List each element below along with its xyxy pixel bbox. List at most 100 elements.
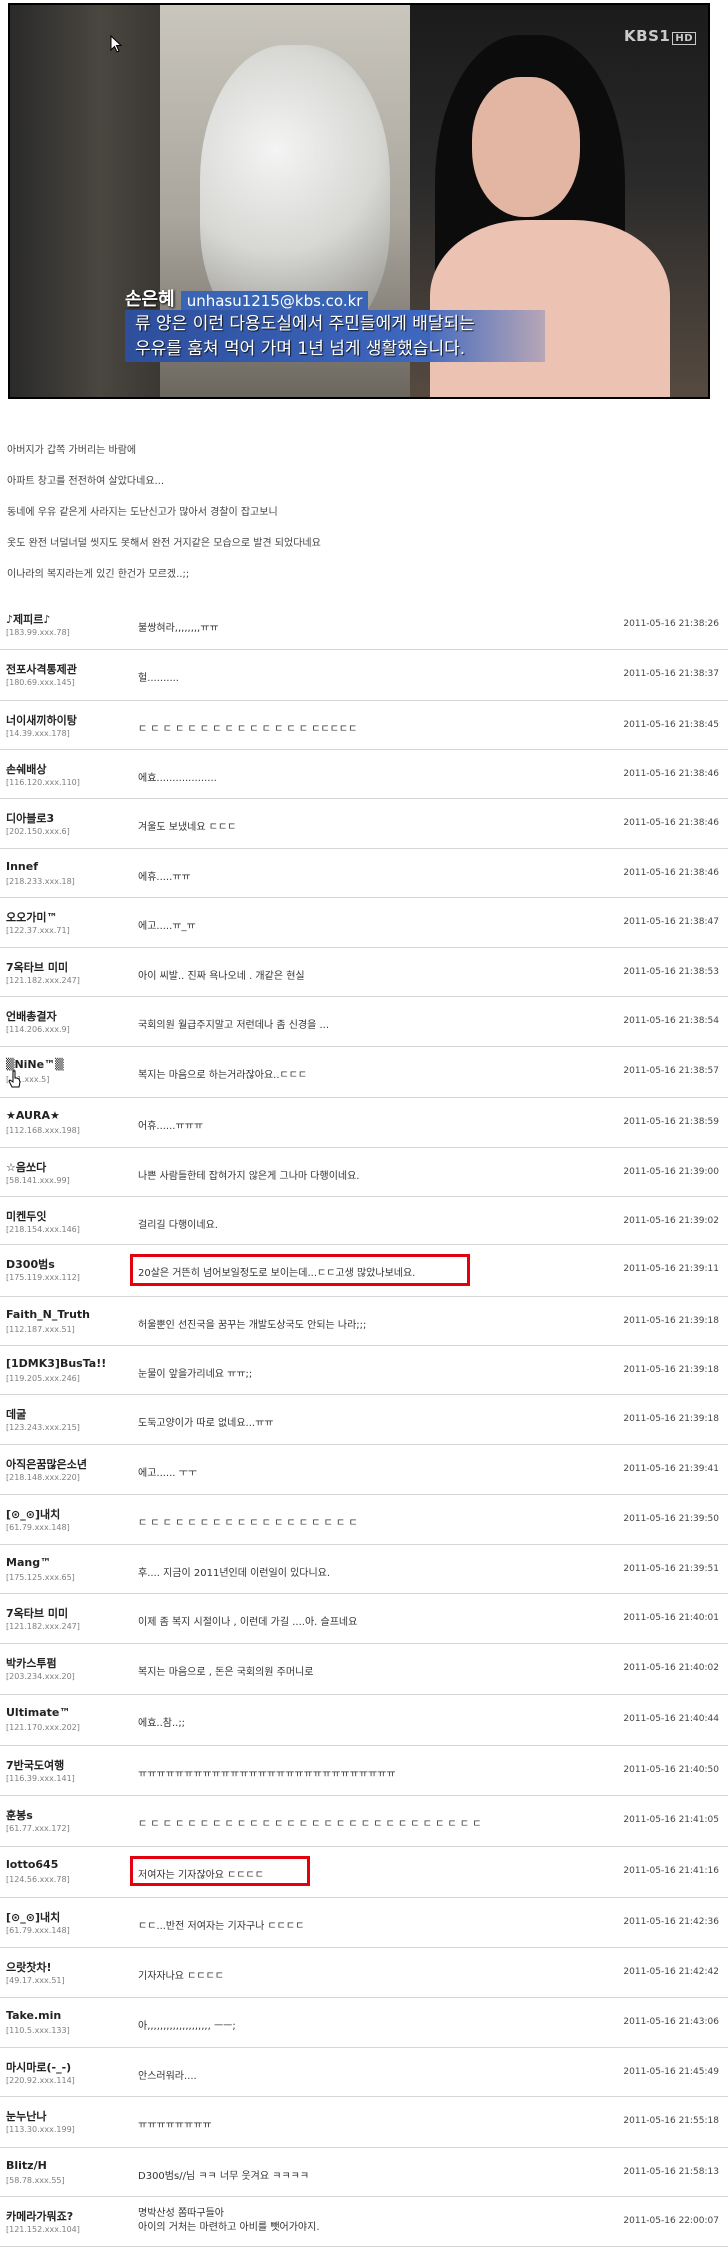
comment-message: 안스러워라.... xyxy=(138,2071,197,2082)
comment-nickname[interactable]: 데굴 xyxy=(6,1406,26,1422)
comment-nickname[interactable]: 미켄두잇 xyxy=(6,1208,46,1224)
comment-nickname[interactable]: 디아블로3 xyxy=(6,810,54,826)
comment-message: 걸리길 다행이네요. xyxy=(138,1220,218,1231)
comment-timestamp: 2011-05-16 21:39:50 xyxy=(623,1514,719,1524)
comment-row: 7옥타브 미미 [121.182.xxx.247] 이제 좀 복지 시절이나 , 이… xyxy=(0,1595,728,1644)
comment-nickname[interactable]: ★AURA★ xyxy=(6,1109,60,1122)
comment-timestamp: 2011-05-16 21:38:26 xyxy=(623,619,719,629)
comment-row: [1DMK3]BusTa!! [119.205.xxx.246] 눈물이 앞을가리네… xyxy=(0,1347,728,1395)
comment-message: 에휴.....ㅠㅠ xyxy=(138,872,191,883)
comment-nickname[interactable]: 마시마로(-_-) xyxy=(6,2059,71,2075)
story-line: 이나라의 복지라는게 있긴 한건가 모르겠..;; xyxy=(7,569,190,580)
comment-nickname[interactable]: 카메라가뭐죠? xyxy=(6,2208,73,2224)
comment-timestamp: 2011-05-16 21:42:42 xyxy=(623,1967,719,1977)
comment-message: 도둑고양이가 따로 없네요...ㅠㅠ xyxy=(138,1418,274,1429)
channel-logo: KBS1 HD xyxy=(624,27,696,45)
comment-message: 나쁜 사람들한테 잡혀가지 않은게 그나마 다행이네요. xyxy=(138,1171,360,1182)
comment-nickname[interactable]: Blitz/H xyxy=(6,2159,47,2172)
comment-nickname[interactable]: 언배총결자 xyxy=(6,1008,57,1024)
comment-ip: [14.39.xxx.178] xyxy=(6,729,70,738)
comment-ip: [218.148.xxx.220] xyxy=(6,1473,80,1482)
comment-nickname[interactable]: [⊙_⊙]내치 xyxy=(6,1506,60,1522)
comment-nickname[interactable]: 손쉐배상 xyxy=(6,761,46,777)
comment-row: D300범s [175.119.xxx.112] 20살은 거뜬히 넘어보일정도로 … xyxy=(0,1246,728,1297)
comment-message: 겨울도 보냈네요 ㄷㄷㄷ xyxy=(138,822,237,833)
comment-nickname[interactable]: Take.min xyxy=(6,2009,61,2022)
comment-message: 불쌍혀라,,,,,,,,ㅠㅠ xyxy=(138,623,219,634)
comment-timestamp: 2011-05-16 21:39:41 xyxy=(623,1464,719,1474)
comment-nickname[interactable]: 7반국도여행 xyxy=(6,1757,64,1773)
comment-message: 후.... 지금이 2011년인데 이런일이 있다니요. xyxy=(138,1568,331,1579)
reporter-row: 손은혜 unhasu1215@kbs.co.kr xyxy=(125,285,369,311)
comment-nickname[interactable]: 훈봉s xyxy=(6,1807,33,1823)
comment-ip: [119.205.xxx.246] xyxy=(6,1374,80,1383)
comment-nickname[interactable]: Ultimate™ xyxy=(6,1706,70,1719)
comment-nickname[interactable]: ☆음쏘다 xyxy=(6,1159,46,1175)
comment-nickname[interactable]: 박카스투펌 xyxy=(6,1655,57,1671)
comment-ip: [121.170.xxx.202] xyxy=(6,1723,80,1732)
comment-timestamp: 2011-05-16 21:38:46 xyxy=(623,818,719,828)
comment-nickname[interactable]: 아직은꿈많은소년 xyxy=(6,1456,87,1472)
comment-nickname[interactable]: 눈누난나 xyxy=(6,2108,46,2124)
comment-nickname[interactable]: ♪제피르♪ xyxy=(6,611,50,627)
comment-ip: [180.69.xxx.145] xyxy=(6,678,75,687)
comment-row: 너이새끼하이탕 [14.39.xxx.178] ㄷ ㄷ ㄷ ㄷ ㄷ ㄷ ㄷ ㄷ ㄷ … xyxy=(0,702,728,750)
comment-timestamp: 2011-05-16 21:42:36 xyxy=(623,1917,719,1927)
comment-timestamp: 2011-05-16 21:55:18 xyxy=(623,2116,719,2126)
caption-line-1: 류 양은 이런 다용도실에서 주민들에게 배달되는 xyxy=(135,314,475,334)
comment-nickname[interactable]: Faith_N_Truth xyxy=(6,1308,90,1321)
comment-message: 복지는 마음으로 하는거라잖아요..ㄷㄷㄷ xyxy=(138,1070,308,1081)
comment-message: D300범s//님 ㅋㅋ 너무 웃겨요 ㅋㅋㅋㅋ xyxy=(138,2171,310,2182)
comment-nickname[interactable]: 오오가미™ xyxy=(6,909,57,925)
comment-message: 허울뿐인 선진국을 꿈꾸는 개발도상국도 안되는 나라;;; xyxy=(138,1320,367,1331)
comment-message: 아이 씨발.. 진짜 욕나오네 . 개같은 현실 xyxy=(138,971,305,982)
comment-nickname[interactable]: 7옥타브 미미 xyxy=(6,1605,68,1621)
comment-row: 으랏찻차! [49.17.xxx.51] 기자자나요 ㄷㄷㄷㄷ 2011-05-16 … xyxy=(0,1949,728,1998)
comment-nickname[interactable]: lotto645 xyxy=(6,1858,58,1871)
comment-ip: [116.39.xxx.141] xyxy=(6,1774,75,1783)
comment-ip: [175.125.xxx.65] xyxy=(6,1573,75,1582)
comment-message: 어휴......ㅠㅠㅠ xyxy=(138,1121,204,1132)
comment-row: Mang™ [175.125.xxx.65] 후.... 지금이 2011년인데 이… xyxy=(0,1546,728,1594)
comment-row: Innef [218.233.xxx.18] 에휴.....ㅠㅠ 2011-05-16… xyxy=(0,850,728,898)
comment-row: 디아블로3 [202.150.xxx.6] 겨울도 보냈네요 ㄷㄷㄷ 2011-05-… xyxy=(0,800,728,849)
comment-ip: [121.182.xxx.247] xyxy=(6,1622,80,1631)
comment-ip: [61.79.xxx.148] xyxy=(6,1926,70,1935)
comment-ip: [123.243.xxx.215] xyxy=(6,1423,80,1432)
comment-nickname[interactable]: [⊙_⊙]내치 xyxy=(6,1909,60,1925)
comment-timestamp: 2011-05-16 21:38:57 xyxy=(623,1066,719,1076)
comment-ip: [202.150.xxx.6] xyxy=(6,827,70,836)
comment-row: 미켄두잇 [218.154.xxx.146] 걸리길 다행이네요. 2011-05-1… xyxy=(0,1198,728,1245)
comment-timestamp: 2011-05-16 21:38:46 xyxy=(623,868,719,878)
comment-ip: [218.233.xxx.18] xyxy=(6,877,75,886)
comment-nickname[interactable]: D300범s xyxy=(6,1256,55,1272)
comment-nickname[interactable]: Innef xyxy=(6,860,38,873)
comment-row: ☆음쏘다 [58.141.xxx.99] 나쁜 사람들한테 잡혀가지 않은게 그나마… xyxy=(0,1149,728,1197)
comment-message: 아,,,,,,,,,,,,,,,,,,,, ㅡㅡ; xyxy=(138,2021,236,2032)
comment-timestamp: 2011-05-16 21:39:00 xyxy=(623,1167,719,1177)
woman-face xyxy=(472,77,580,217)
comment-timestamp: 2011-05-16 21:58:13 xyxy=(623,2167,719,2177)
comment-nickname[interactable]: 전포사격통제관 xyxy=(6,661,77,677)
comment-ip: [122.37.xxx.71] xyxy=(6,926,70,935)
post-body: 아버지가 갑쪽 가버리는 바람에 아파트 창고를 전전하여 살았다네요... 동… xyxy=(7,441,707,596)
comment-timestamp: 2011-05-16 21:40:02 xyxy=(623,1663,719,1673)
comment-message: 눈물이 앞을가리네요 ㅠㅠ;; xyxy=(138,1369,253,1380)
comment-nickname[interactable]: 7옥타브 미미 xyxy=(6,959,68,975)
comment-nickname[interactable]: 너이새끼하이탕 xyxy=(6,712,77,728)
comment-timestamp: 2011-05-16 21:41:05 xyxy=(623,1815,719,1825)
comment-timestamp: 2011-05-16 21:45:49 xyxy=(623,2067,719,2077)
comment-ip: [203.234.xxx.20] xyxy=(6,1672,75,1681)
comment-nickname[interactable]: 으랏찻차! xyxy=(6,1959,52,1975)
comment-message: ㄷ ㄷ ㄷ ㄷ ㄷ ㄷ ㄷ ㄷ ㄷ ㄷ ㄷ ㄷ ㄷ ㄷ ㄷ ㄷ ㄷ ㄷ xyxy=(138,1518,358,1529)
reporter-name: 손은혜 xyxy=(125,289,175,310)
comment-message: 이제 좀 복지 시절이나 , 이런데 가길 ....아. 슬프네요 xyxy=(138,1617,358,1628)
comment-timestamp: 2011-05-16 21:38:46 xyxy=(623,769,719,779)
comment-row: 눈누난나 [113.30.xxx.199] ㅠㅠㅠㅠㅠㅠㅠㅠ 2011-05-16 2… xyxy=(0,2098,728,2148)
comment-nickname[interactable]: [1DMK3]BusTa!! xyxy=(6,1357,106,1370)
comment-row: Faith_N_Truth [112.187.xxx.51] 허울뿐인 선진국을 꿈… xyxy=(0,1298,728,1346)
story-line: 아버지가 갑쪽 가버리는 바람에 xyxy=(7,445,137,456)
comment-timestamp: 2011-05-16 21:39:18 xyxy=(623,1414,719,1424)
comment-timestamp: 2011-05-16 21:41:16 xyxy=(623,1866,719,1876)
comment-nickname[interactable]: Mang™ xyxy=(6,1556,51,1569)
